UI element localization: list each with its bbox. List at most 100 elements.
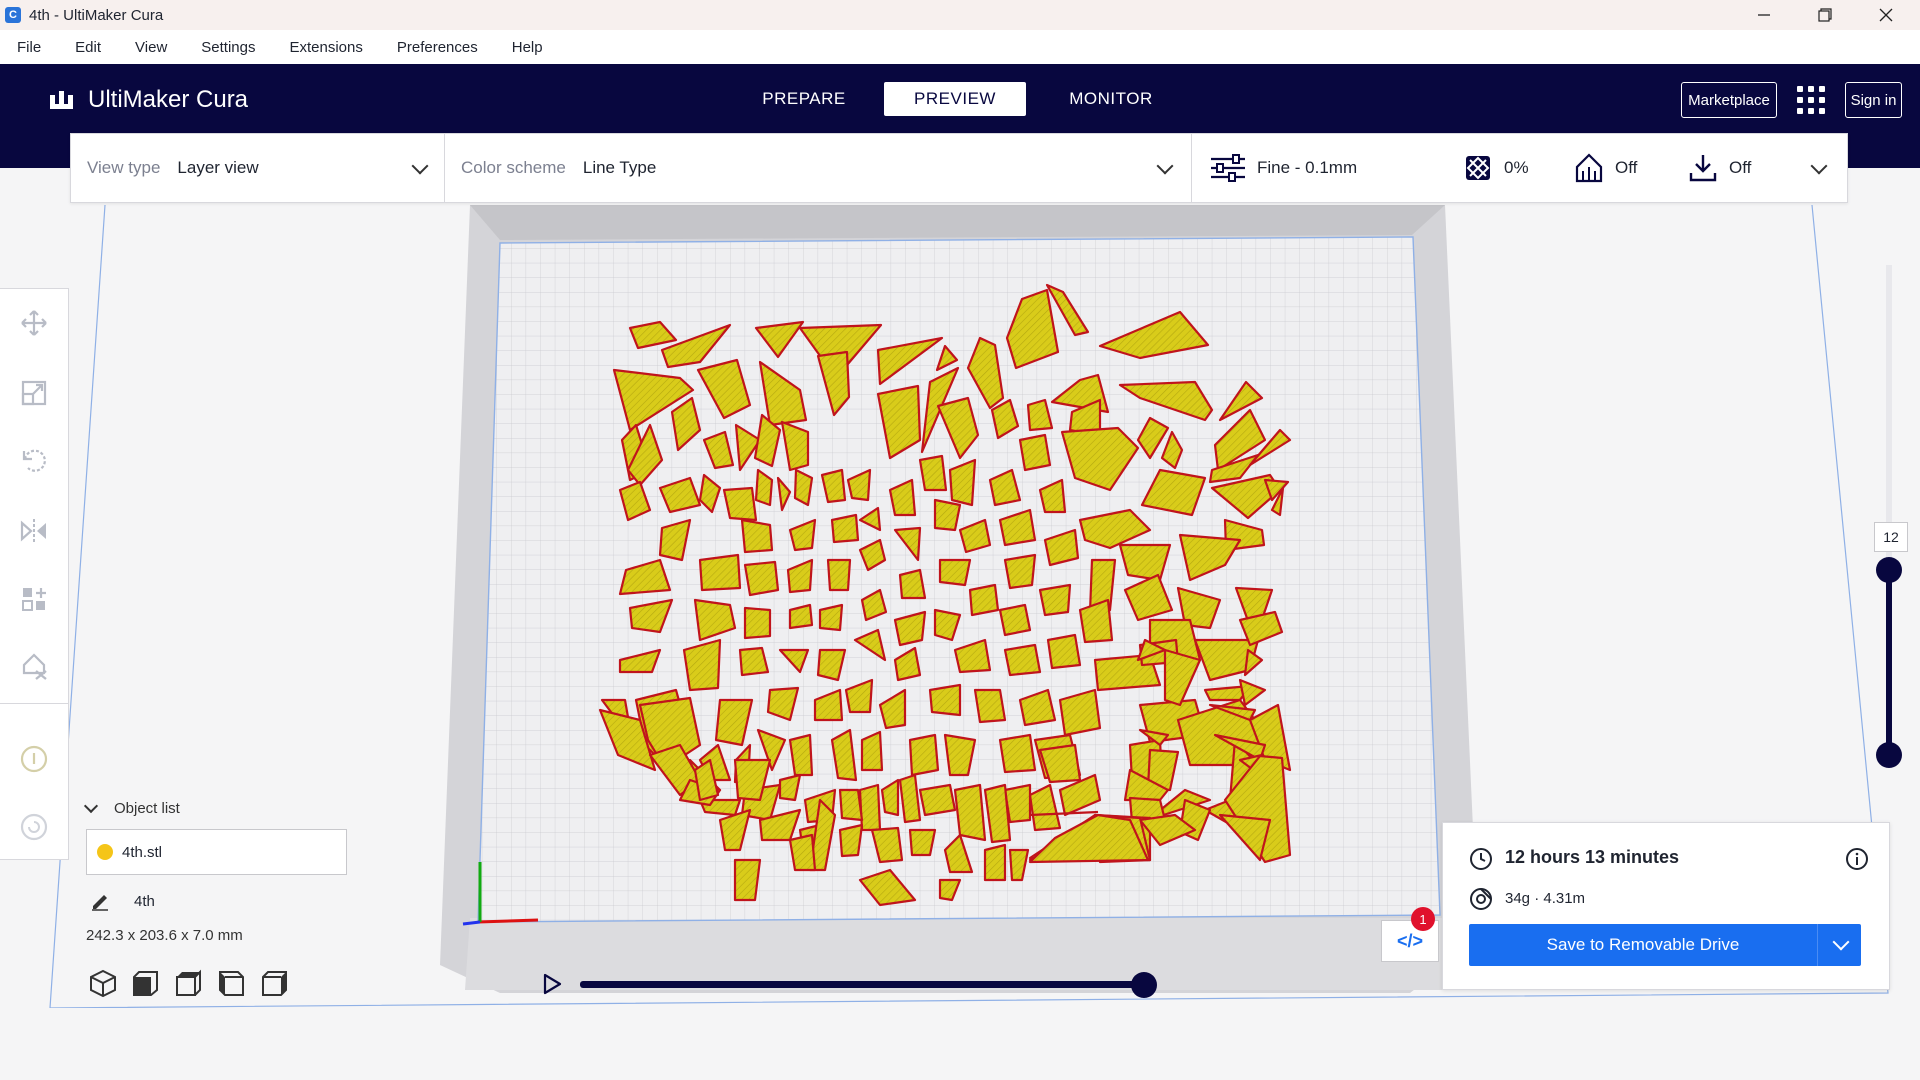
view-3d-icon[interactable] xyxy=(88,968,118,998)
object-list-item[interactable]: 4th.stl xyxy=(86,829,347,875)
mirror-tool[interactable] xyxy=(16,513,52,549)
sign-in-button[interactable]: Sign in xyxy=(1845,82,1902,118)
tab-prepare[interactable]: PREPARE xyxy=(733,82,875,116)
infill-setting[interactable]: 0% xyxy=(1464,134,1529,202)
object-dimensions: 242.3 x 203.6 x 7.0 mm xyxy=(86,927,243,944)
view-type-label: View type xyxy=(87,158,161,177)
color-scheme-dropdown[interactable]: Color scheme Line Type xyxy=(461,134,656,202)
simulation-slider-track[interactable] xyxy=(580,981,1145,988)
play-simulation-button[interactable] xyxy=(540,972,564,996)
layer-slider-upper-handle[interactable] xyxy=(1876,557,1902,583)
material-usage: 34g · 4.31m xyxy=(1505,890,1586,907)
code-icon: </> xyxy=(1396,930,1424,951)
minimize-icon xyxy=(1758,14,1770,16)
layer-number-input[interactable]: 12 xyxy=(1874,522,1908,552)
info-icon[interactable] xyxy=(1845,847,1869,871)
color-scheme-label: Color scheme xyxy=(461,158,566,177)
divider xyxy=(444,134,445,202)
menu-extensions[interactable]: Extensions xyxy=(289,39,362,56)
support-value: Off xyxy=(1615,158,1638,177)
support-blocker-icon xyxy=(22,653,47,680)
scale-tool[interactable] xyxy=(16,375,52,411)
menu-help[interactable]: Help xyxy=(512,39,543,56)
adhesion-value: Off xyxy=(1729,158,1752,177)
per-model-settings-tool[interactable] xyxy=(16,581,52,617)
object-name: 4th xyxy=(134,892,155,910)
ultimaker-logo-icon xyxy=(50,91,73,109)
profile-value: Fine - 0.1mm xyxy=(1257,158,1358,177)
chevron-down-icon[interactable] xyxy=(1810,157,1828,175)
restore-icon xyxy=(1818,8,1832,22)
object-name-row[interactable]: 4th xyxy=(90,891,155,911)
info-circle-icon xyxy=(20,745,48,773)
pencil-icon xyxy=(92,895,108,911)
color-scheme-value: Line Type xyxy=(582,158,657,177)
menu-preferences[interactable]: Preferences xyxy=(397,39,478,56)
object-list-header[interactable]: Object list xyxy=(83,798,386,817)
support-blocker-tool[interactable] xyxy=(16,649,52,685)
print-settings-button[interactable]: Fine - 0.1mm xyxy=(1209,134,1357,202)
layer-slider-range xyxy=(1886,568,1892,754)
minimize-button[interactable] xyxy=(1734,0,1794,30)
chevron-down-icon[interactable] xyxy=(1832,933,1850,951)
move-icon xyxy=(21,310,47,336)
extruder-color-dot xyxy=(97,844,113,860)
view-top-icon[interactable] xyxy=(174,968,204,998)
transform-tools-panel xyxy=(0,288,69,860)
menu-bar: File Edit View Settings Extensions Prefe… xyxy=(0,30,1920,64)
per-model-settings-icon xyxy=(22,588,46,611)
view-right-icon[interactable] xyxy=(260,968,290,998)
view-left-icon[interactable] xyxy=(217,968,247,998)
brand-logo: UltiMaker Cura xyxy=(48,86,248,114)
menu-edit[interactable]: Edit xyxy=(75,39,101,56)
chevron-down-icon[interactable] xyxy=(1156,157,1174,175)
support-icon xyxy=(1575,153,1603,183)
filament-spool-icon xyxy=(1470,888,1492,910)
view-type-value: Layer view xyxy=(177,158,259,177)
window-titlebar: C 4th - UltiMaker Cura xyxy=(0,0,1920,30)
simulation-slider-handle[interactable] xyxy=(1131,972,1157,998)
cura-app-icon: C xyxy=(5,7,21,23)
close-button[interactable] xyxy=(1856,0,1916,30)
close-icon xyxy=(1879,8,1893,22)
apps-grid-icon[interactable] xyxy=(1797,86,1825,114)
object-list-title: Object list xyxy=(114,800,180,817)
infill-icon xyxy=(1466,156,1490,180)
mirror-icon xyxy=(20,519,46,543)
save-button-label: Save to Removable Drive xyxy=(1546,935,1740,954)
infill-value: 0% xyxy=(1504,158,1529,177)
scale-icon xyxy=(21,380,47,406)
brand-name: UltiMaker Cura xyxy=(88,86,249,113)
divider xyxy=(1191,134,1192,202)
support-setting[interactable]: Off xyxy=(1575,134,1637,202)
chevron-down-icon[interactable] xyxy=(411,157,429,175)
menu-file[interactable]: File xyxy=(17,39,41,56)
tab-monitor[interactable]: MONITOR xyxy=(1040,82,1182,116)
menu-settings[interactable]: Settings xyxy=(201,39,255,56)
window-title: 4th - UltiMaker Cura xyxy=(29,6,164,24)
object-filename: 4th.stl xyxy=(122,843,163,861)
rotate-icon xyxy=(22,449,46,472)
move-tool[interactable] xyxy=(16,305,52,341)
layer-slider-lower-handle[interactable] xyxy=(1876,742,1902,768)
view-type-dropdown[interactable]: View type Layer view xyxy=(87,134,259,202)
menu-view[interactable]: View xyxy=(135,39,167,56)
extension-tool-2[interactable] xyxy=(16,809,52,845)
notification-badge: 1 xyxy=(1411,907,1435,931)
divider xyxy=(0,703,68,704)
restore-button[interactable] xyxy=(1795,0,1855,30)
marketplace-button[interactable]: Marketplace xyxy=(1681,82,1777,118)
refresh-circle-icon xyxy=(20,813,48,841)
view-front-icon[interactable] xyxy=(131,968,161,998)
view-settings-toolbar: View type Layer view Color scheme Line T… xyxy=(70,133,1848,203)
adhesion-setting[interactable]: Off xyxy=(1689,134,1751,202)
rotate-tool[interactable] xyxy=(16,443,52,479)
save-to-removable-drive-button[interactable]: Save to Removable Drive xyxy=(1469,924,1861,966)
adhesion-icon xyxy=(1689,155,1717,182)
print-summary-panel: 12 hours 13 minutes 34g · 4.31m Save to … xyxy=(1442,822,1890,990)
tab-preview[interactable]: PREVIEW xyxy=(884,82,1026,116)
extension-tool-1[interactable] xyxy=(16,741,52,777)
clock-icon xyxy=(1470,848,1492,870)
chevron-down-icon[interactable] xyxy=(83,798,99,813)
print-time: 12 hours 13 minutes xyxy=(1505,847,1680,867)
